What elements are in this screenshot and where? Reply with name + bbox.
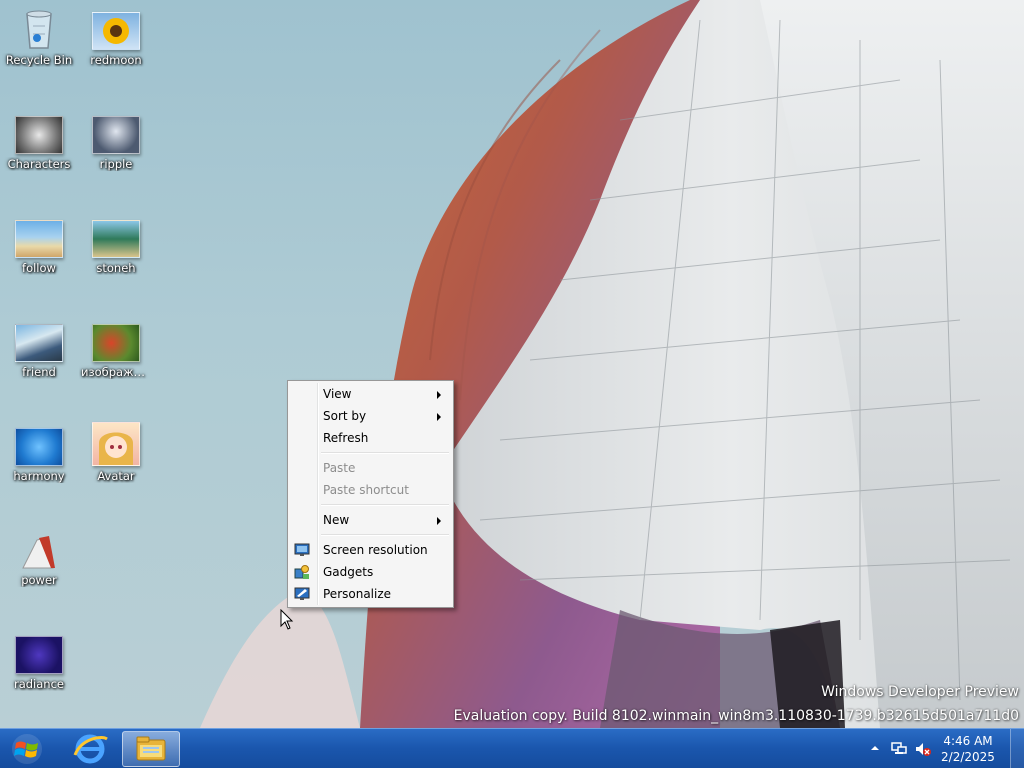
menu-item-label: Sort by (323, 409, 367, 423)
desktop-icon-redmoon[interactable]: redmoon (79, 6, 153, 102)
desktop-icon-label: power (21, 573, 57, 587)
coast-image-icon (92, 220, 140, 258)
windows-logo-icon (12, 734, 42, 764)
characters-image-icon (15, 116, 63, 154)
menu-item-new[interactable]: New (290, 509, 451, 531)
menu-item-label: Personalize (323, 587, 392, 601)
sunflower-image-icon (92, 12, 140, 50)
menu-item-paste: Paste (290, 457, 451, 479)
desktop-icon-label: follow (22, 261, 56, 275)
desktop-icon-harmony[interactable]: harmony (2, 422, 76, 518)
wallpaper (200, 0, 1024, 728)
menu-item-label: New (323, 513, 350, 527)
menu-item-label: Paste (323, 461, 356, 475)
desktop-icon-label: Characters (7, 157, 71, 171)
desktop-icon-friend[interactable]: friend (2, 318, 76, 414)
desktop-icon-label: stoneh (96, 261, 136, 275)
menu-item-view[interactable]: View (290, 383, 451, 405)
screen-resolution-icon (294, 543, 310, 556)
menu-item-screen-resolution[interactable]: Screen resolution (290, 539, 451, 561)
desktop-icon-label: ripple (99, 157, 133, 171)
system-clock[interactable]: 4:46 AM 2/2/2025 (938, 733, 998, 765)
menu-item-label: Screen resolution (323, 543, 428, 557)
menu-item-sort-by[interactable]: Sort by (290, 405, 451, 427)
menu-item-paste-shortcut: Paste shortcut (290, 479, 451, 501)
radiance-image-icon (15, 636, 63, 674)
clock-time: 4:46 AM (943, 734, 993, 748)
menu-item-label: Gadgets (323, 565, 374, 579)
blue-image-icon (15, 428, 63, 466)
menu-item-label: View (323, 387, 352, 401)
desktop-icon-radiance[interactable]: radiance (2, 630, 76, 726)
desktop-icon-label: radiance (13, 677, 64, 691)
watermark-title: Windows Developer Preview (821, 684, 1019, 700)
menu-separator (321, 531, 451, 539)
notification-area (866, 729, 938, 768)
desktop-icon-label: Recycle Bin (5, 53, 73, 67)
recycle-bin-icon (15, 10, 63, 50)
railway-image-icon (15, 324, 63, 362)
desktop-icon-label: Avatar (97, 469, 135, 483)
internet-explorer-icon (73, 734, 108, 764)
menu-separator (321, 501, 451, 509)
taskbar-internet-explorer[interactable] (61, 731, 119, 767)
desktop[interactable]: Recycle Bin redmoon Characters ripple follow… (0, 0, 1024, 728)
desktop-icon-label: harmony (13, 469, 65, 483)
desktop-context-menu: View Sort by Refresh Paste Paste shortcu… (287, 380, 454, 608)
watermark-build: Evaluation copy. Build 8102.winmain_win8… (453, 708, 1019, 724)
taskbar: 4:46 AM 2/2/2025 (0, 728, 1024, 768)
submenu-arrow-icon (437, 517, 441, 525)
show-desktop-button[interactable] (1010, 729, 1024, 768)
taskbar-file-explorer[interactable] (122, 731, 180, 767)
personalize-icon (294, 587, 310, 600)
desktop-icon-label: изображен... (81, 365, 153, 379)
menu-item-label: Refresh (323, 431, 369, 445)
network-icon[interactable] (890, 740, 908, 758)
file-explorer-icon (136, 736, 166, 761)
menu-item-gadgets[interactable]: Gadgets (290, 561, 451, 583)
flowers-image-icon (92, 324, 140, 362)
desktop-icon-avatar[interactable]: Avatar (79, 422, 153, 518)
menu-separator (321, 449, 451, 457)
show-hidden-icons-icon[interactable] (870, 743, 880, 753)
ripple-image-icon (92, 116, 140, 154)
desktop-icon-label: friend (22, 365, 56, 379)
submenu-arrow-icon (437, 391, 441, 399)
menu-item-label: Paste shortcut (323, 483, 409, 497)
power-image-icon (15, 532, 63, 570)
clock-date: 2/2/2025 (941, 750, 995, 764)
desktop-icon-characters[interactable]: Characters (2, 110, 76, 206)
desktop-icon-ripple[interactable]: ripple (79, 110, 153, 206)
gadgets-icon (294, 565, 309, 579)
desktop-icon-power[interactable]: power (2, 526, 76, 622)
menu-item-refresh[interactable]: Refresh (290, 427, 451, 449)
mouse-cursor-icon (280, 609, 294, 630)
desktop-icon-изображен[interactable]: изображен... (79, 318, 153, 414)
anime-avatar-image-icon (92, 422, 140, 466)
volume-muted-icon[interactable] (914, 740, 932, 758)
menu-item-personalize[interactable]: Personalize (290, 583, 451, 605)
desktop-icon-recycle-bin[interactable]: Recycle Bin (2, 6, 76, 102)
beach-image-icon (15, 220, 63, 258)
submenu-arrow-icon (437, 413, 441, 421)
start-button[interactable] (0, 729, 56, 768)
desktop-icon-stoneh[interactable]: stoneh (79, 214, 153, 310)
desktop-icon-label: redmoon (90, 53, 142, 67)
desktop-icon-follow[interactable]: follow (2, 214, 76, 310)
